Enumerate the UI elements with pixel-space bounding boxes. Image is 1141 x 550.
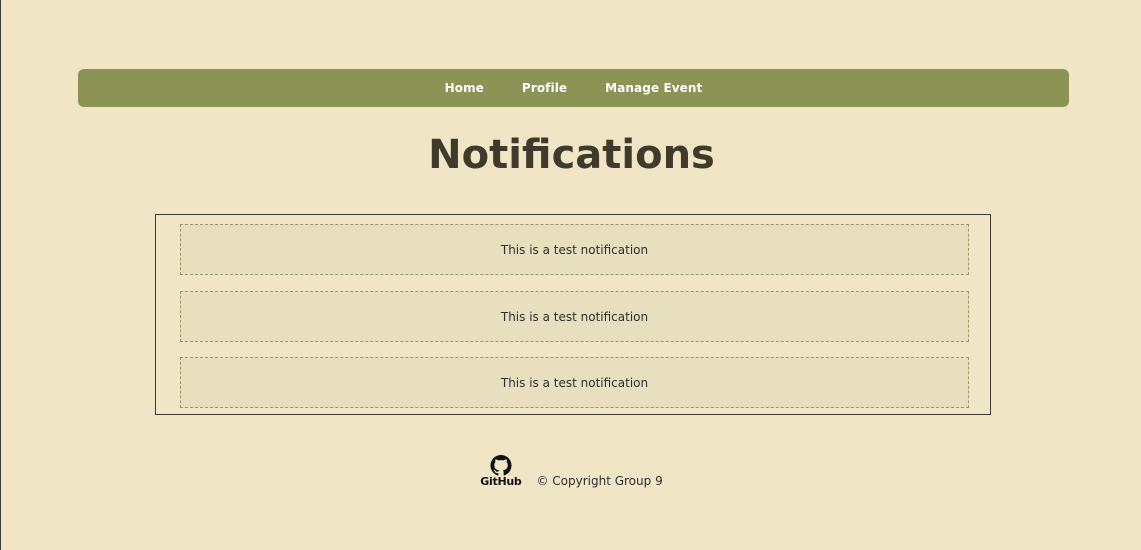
notification-item: This is a test notification bbox=[180, 224, 969, 275]
notifications-panel: This is a test notification This is a te… bbox=[155, 214, 991, 415]
nav-link-home[interactable]: Home bbox=[426, 81, 503, 95]
nav-link-profile[interactable]: Profile bbox=[503, 81, 586, 95]
copyright-text: © Copyright Group 9 bbox=[536, 474, 663, 488]
footer: GitHub © Copyright Group 9 bbox=[1, 455, 1141, 488]
github-icon bbox=[490, 455, 512, 476]
navbar: Home Profile Manage Event bbox=[78, 69, 1069, 107]
github-label: GitHub bbox=[480, 475, 522, 488]
github-link[interactable]: GitHub bbox=[480, 455, 522, 488]
nav-link-manage-event[interactable]: Manage Event bbox=[586, 81, 721, 95]
page-title: Notifications bbox=[428, 132, 715, 178]
notification-item: This is a test notification bbox=[180, 291, 969, 342]
notification-item: This is a test notification bbox=[180, 357, 969, 408]
